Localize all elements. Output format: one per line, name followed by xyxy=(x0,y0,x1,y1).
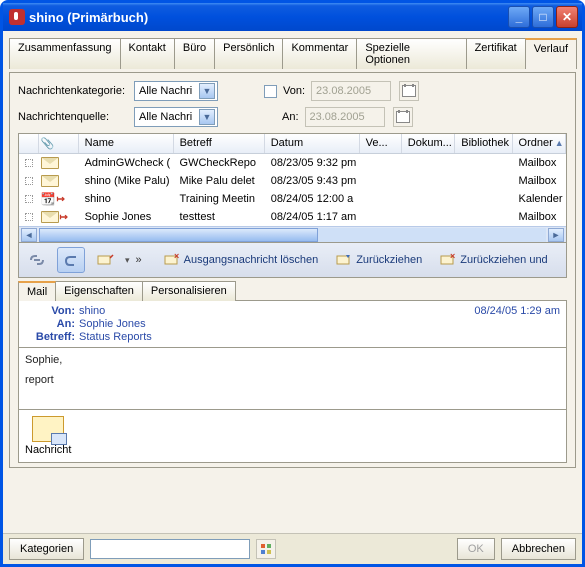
chevron-down-icon: ▼ xyxy=(199,109,215,125)
mail-icon xyxy=(41,211,59,223)
col-ordner[interactable]: Ordner▲ xyxy=(513,134,566,153)
scroll-right-button[interactable]: ► xyxy=(548,228,564,242)
col-betreff[interactable]: Betreff xyxy=(174,134,265,153)
attachment-label: Nachricht xyxy=(25,444,71,456)
calendar-event-icon: 📆 xyxy=(41,192,56,206)
quelle-label: Nachrichtenquelle: xyxy=(18,111,128,123)
table-row[interactable]: shino (Mike Palu) Mike Palu delet 08/23/… xyxy=(19,172,566,190)
msgtab-mail[interactable]: Mail xyxy=(18,281,56,301)
table-row[interactable]: AdminGWcheck ( GWCheckRepo 08/23/05 9:32… xyxy=(19,154,566,172)
row-checkbox[interactable] xyxy=(25,159,33,167)
an-label: An: xyxy=(282,111,299,123)
mail-reply-button[interactable] xyxy=(91,247,119,273)
row-checkbox[interactable] xyxy=(25,177,33,185)
sent-icon: ↦ xyxy=(57,194,65,205)
row-checkbox[interactable] xyxy=(25,213,33,221)
message-header-panel: Von: shino 08/24/05 1:29 am An: Sophie J… xyxy=(18,300,567,348)
an-key: An: xyxy=(25,318,75,330)
betreff-value: Status Reports xyxy=(79,331,152,343)
message-body[interactable]: Sophie, report xyxy=(18,348,567,410)
attachment-icon: 📎 xyxy=(41,137,55,150)
msgtab-eigenschaften[interactable]: Eigenschaften xyxy=(55,281,143,301)
col-ve[interactable]: Ve... xyxy=(360,134,402,153)
close-button[interactable]: ✕ xyxy=(556,6,578,28)
window: shino (Primärbuch) _ □ ✕ Zusammenfassung… xyxy=(0,0,585,567)
message-attachment-icon xyxy=(32,416,64,442)
window-title: shino (Primärbuch) xyxy=(29,10,148,25)
von-calendar-icon[interactable] xyxy=(399,81,419,101)
von-label: Von: xyxy=(283,85,305,97)
body-line: report xyxy=(25,374,560,386)
quelle-select[interactable]: Alle Nachri ▼ xyxy=(134,107,218,127)
scroll-thumb[interactable] xyxy=(39,228,318,242)
betreff-key: Betreff: xyxy=(25,331,75,343)
quelle-value: Alle Nachri xyxy=(139,111,192,123)
attachment-item[interactable]: Nachricht xyxy=(25,416,71,456)
abbrechen-button[interactable]: Abbrechen xyxy=(501,538,576,560)
kategorie-picker-icon[interactable] xyxy=(256,539,276,559)
table-header: 📎 Name Betreff Datum Ve... Dokum... Bibl… xyxy=(19,134,566,154)
tab-zertifikat[interactable]: Zertifikat xyxy=(466,38,526,69)
von-checkbox[interactable] xyxy=(264,85,277,98)
message-tabs: Mail Eigenschaften Personalisieren xyxy=(18,280,567,300)
table-row[interactable]: ↦ Sophie Jones testtest 08/24/05 1:17 am… xyxy=(19,208,566,226)
sent-icon: ↦ xyxy=(60,212,68,223)
chevron-right-icon[interactable]: » xyxy=(136,254,142,266)
retract-button[interactable]: Zurückziehen xyxy=(330,247,428,273)
tab-kontakt[interactable]: Kontakt xyxy=(120,38,175,69)
tab-buero[interactable]: Büro xyxy=(174,38,215,69)
col-bibliothek[interactable]: Bibliothek xyxy=(455,134,512,153)
tab-zusammenfassung[interactable]: Zusammenfassung xyxy=(9,38,121,69)
retract-and-button[interactable]: × Zurückziehen und xyxy=(434,247,553,273)
col-dokum[interactable]: Dokum... xyxy=(402,134,455,153)
chevron-down-icon: ▼ xyxy=(199,83,215,99)
action-toolbar: ▾ » × Ausgangsnachricht löschen Zurückzi… xyxy=(18,243,567,278)
tab-persoenlich[interactable]: Persönlich xyxy=(214,38,283,69)
sort-asc-icon: ▲ xyxy=(555,138,564,148)
minimize-button[interactable]: _ xyxy=(508,6,530,28)
attachment-button[interactable] xyxy=(57,247,85,273)
svg-text:×: × xyxy=(174,253,179,261)
kategorien-button[interactable]: Kategorien xyxy=(9,538,84,560)
msgtab-personalisieren[interactable]: Personalisieren xyxy=(142,281,236,301)
ok-button[interactable]: OK xyxy=(457,538,495,560)
attachment-panel: Nachricht xyxy=(18,410,567,463)
delete-outgoing-button[interactable]: × Ausgangsnachricht löschen xyxy=(158,247,325,273)
titlebar[interactable]: shino (Primärbuch) _ □ ✕ xyxy=(3,3,582,31)
col-datum[interactable]: Datum xyxy=(265,134,360,153)
horizontal-scrollbar[interactable]: ◄ ► xyxy=(19,226,566,242)
verlauf-panel: Nachrichtenkategorie: Alle Nachri ▼ Von:… xyxy=(9,72,576,468)
an-date[interactable]: 23.08.2005 xyxy=(305,107,385,127)
kategorie-select[interactable]: Alle Nachri ▼ xyxy=(134,81,218,101)
von-key: Von: xyxy=(25,305,75,317)
message-timestamp: 08/24/05 1:29 am xyxy=(474,305,560,317)
an-calendar-icon[interactable] xyxy=(393,107,413,127)
mail-icon xyxy=(41,157,59,169)
tab-verlauf[interactable]: Verlauf xyxy=(525,38,577,69)
von-date[interactable]: 23.08.2005 xyxy=(311,81,391,101)
row-checkbox[interactable] xyxy=(25,195,33,203)
dropdown-arrow-icon[interactable]: ▾ xyxy=(125,255,130,266)
an-value: Sophie Jones xyxy=(79,318,146,330)
col-name[interactable]: Name xyxy=(79,134,174,153)
message-table: 📎 Name Betreff Datum Ve... Dokum... Bibl… xyxy=(18,133,567,243)
svg-text:×: × xyxy=(450,253,455,261)
footer: Kategorien OK Abbrechen xyxy=(3,533,582,564)
table-row[interactable]: 📆↦ shino Training Meetin 08/24/05 12:00 … xyxy=(19,190,566,208)
kategorie-input[interactable] xyxy=(90,539,250,559)
kategorie-label: Nachrichtenkategorie: xyxy=(18,85,128,97)
maximize-button[interactable]: □ xyxy=(532,6,554,28)
kategorie-value: Alle Nachri xyxy=(139,85,192,97)
main-tabs: Zusammenfassung Kontakt Büro Persönlich … xyxy=(9,37,576,68)
mail-icon xyxy=(41,175,59,187)
body-line: Sophie, xyxy=(25,354,560,366)
tab-kommentar[interactable]: Kommentar xyxy=(282,38,357,69)
scroll-left-button[interactable]: ◄ xyxy=(21,228,37,242)
von-value: shino xyxy=(79,305,105,317)
app-icon xyxy=(9,9,25,25)
tab-spezielle-optionen[interactable]: Spezielle Optionen xyxy=(356,38,466,69)
link-button[interactable] xyxy=(23,247,51,273)
